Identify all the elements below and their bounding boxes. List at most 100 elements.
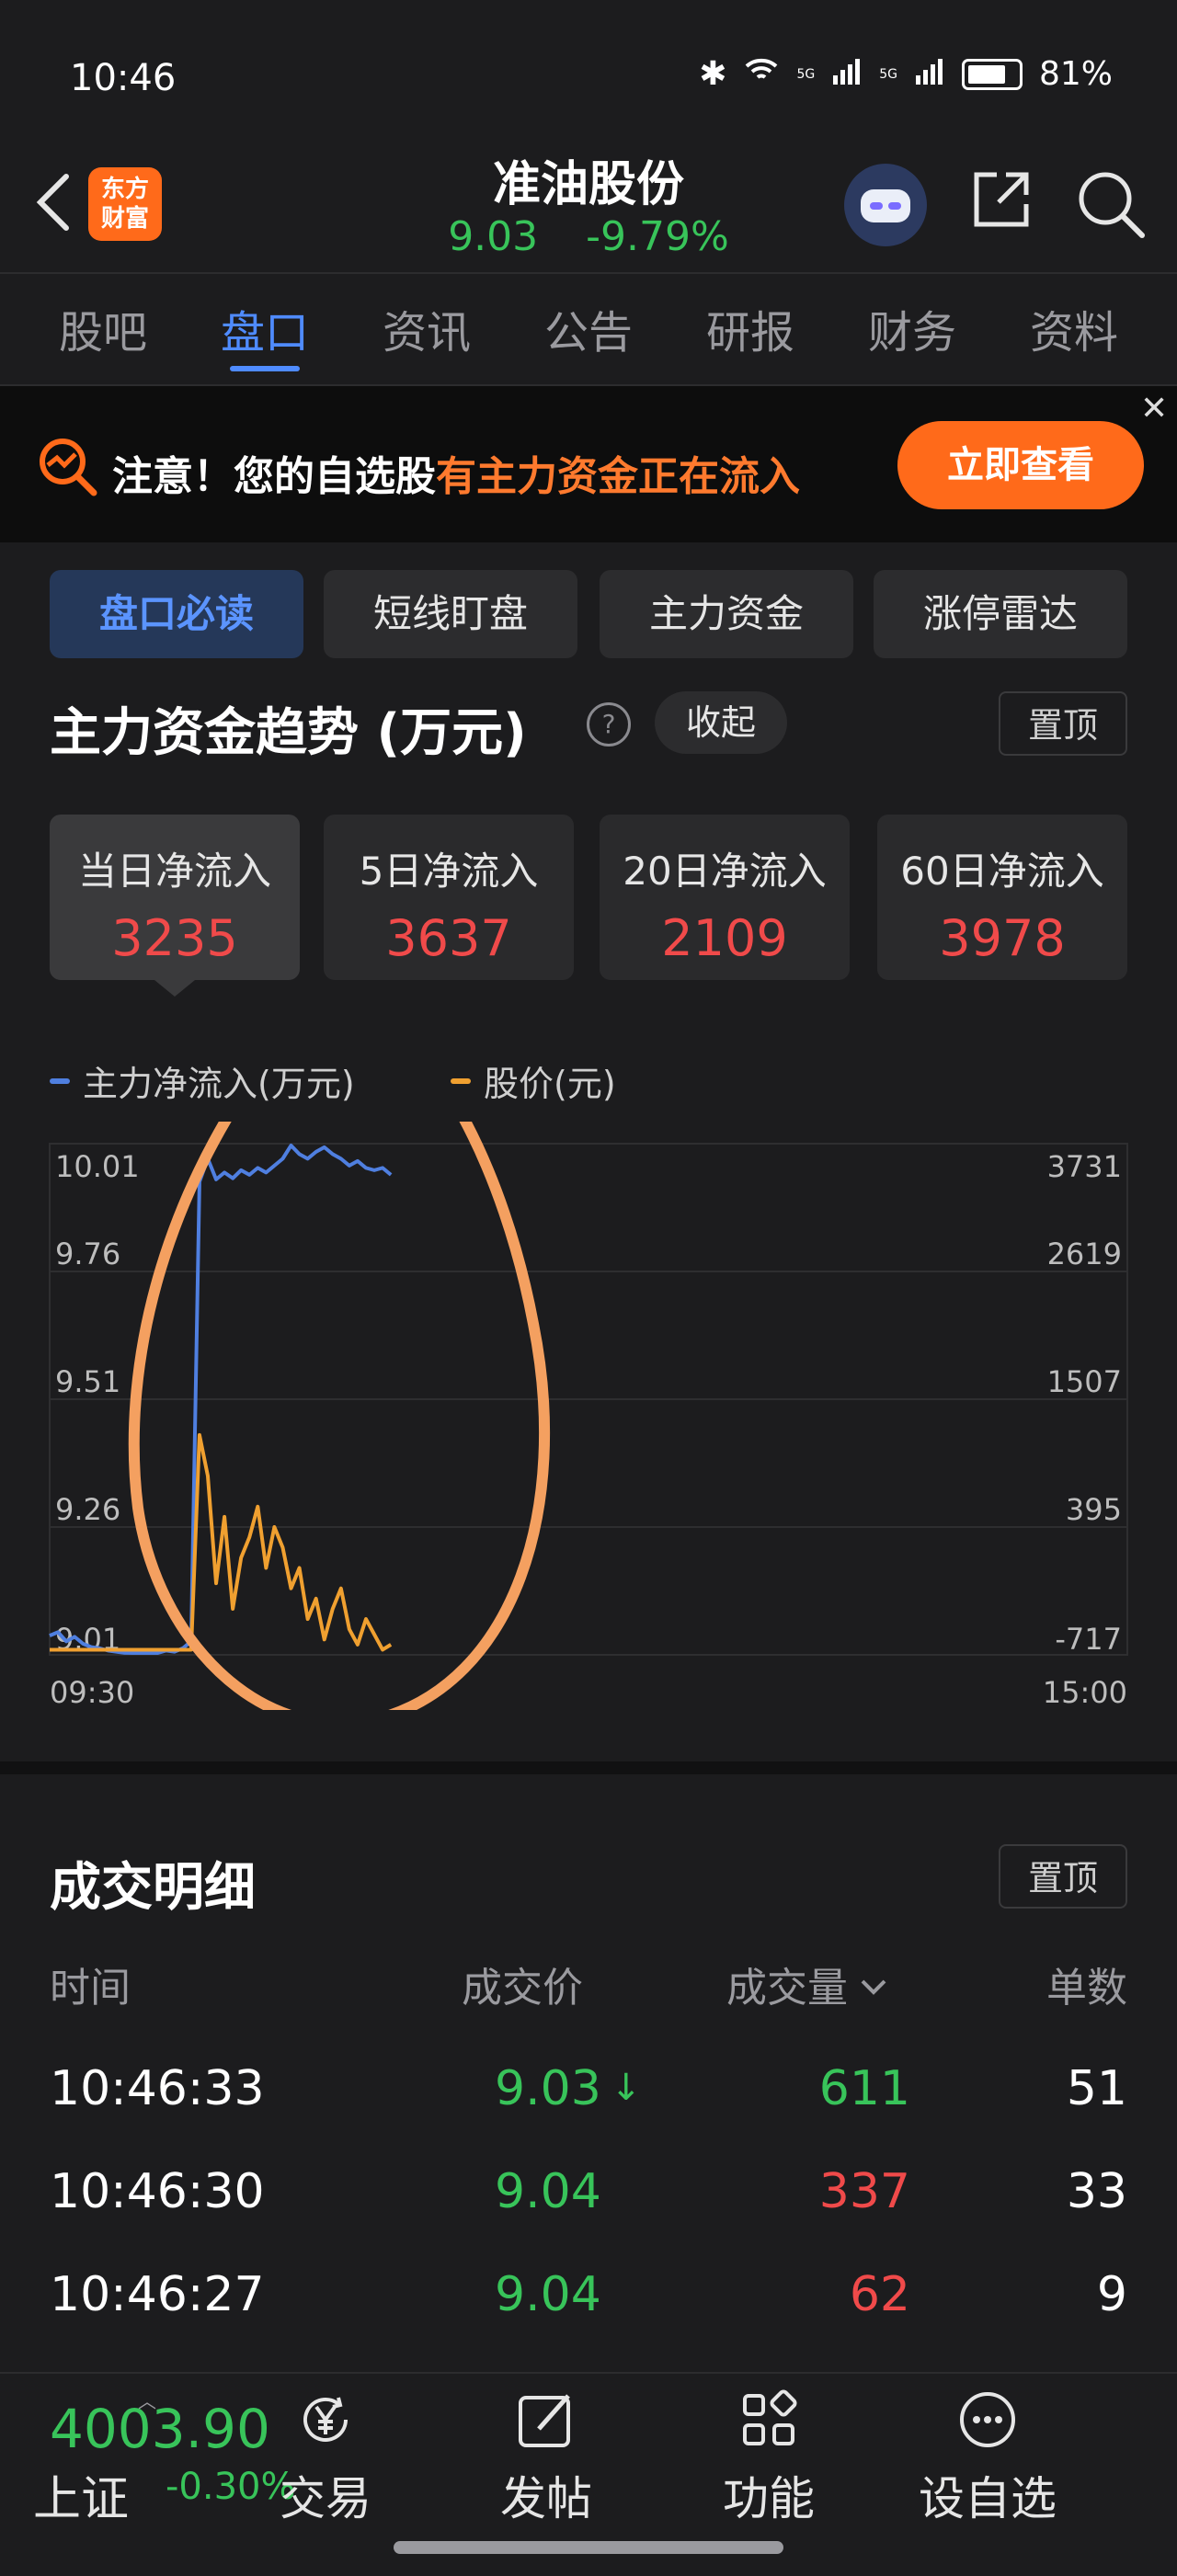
trade-count: 33 [1066,2164,1127,2219]
tab-6[interactable]: 资料 [1000,296,1148,360]
trade-time: 10:46:27 [50,2267,265,2322]
flow-card-label: 5日净流入 [359,849,539,894]
card-pointer [154,980,195,997]
share-icon [974,172,1029,227]
tab-3[interactable]: 公告 [515,296,662,360]
flow-card-value: 3637 [385,909,512,967]
header-count: 单数 [1046,1965,1127,2012]
trade-pin-button[interactable]: 置顶 [999,1844,1127,1909]
network-label-2: 5G [879,66,897,82]
tab-0[interactable]: 股吧 [29,296,177,360]
banner-prefix: 注意！您的自选股 [112,453,436,500]
search-icon [1079,172,1145,238]
stock-tabs: 股吧 盘口 资讯 公告 研报 财务 资料 [0,296,1177,371]
x-tick-start: 09:30 [50,1675,134,1710]
yen-icon [292,2387,359,2453]
legend-stock-price: 股价(元) [451,1055,616,1106]
flow-card-1[interactable]: 5日净流入 3637 [324,815,574,980]
pin-top-button[interactable]: 置顶 [999,691,1127,756]
nav-more[interactable]: 设自选 [909,2387,1066,2528]
bluetooth-icon: ✱ [699,55,727,93]
trade-volume: 62 [849,2267,910,2322]
trade-price: 9.03 [495,2061,601,2116]
legend-label: 主力净流入(万元) [83,1064,355,1104]
header-volume[interactable]: 成交量 [726,1955,892,2013]
flow-card-3[interactable]: 60日净流入 3978 [877,815,1127,980]
header-divider [0,272,1177,274]
left-tick-label: 9.76 [55,1237,120,1271]
tab-2[interactable]: 资讯 [353,296,500,360]
chevron-down-icon [861,1979,886,1995]
nav-label: 交易 [280,2472,371,2525]
nav-label: 发帖 [500,2472,592,2525]
trade-time: 10:46:33 [50,2061,265,2116]
flow-card-label: 60日净流入 [900,849,1104,894]
compose-icon [513,2387,579,2453]
flow-card-value: 3235 [111,909,238,967]
wifi-icon [743,55,780,93]
flow-card-value: 2109 [661,909,788,967]
alert-radar-icon [35,434,99,498]
nav-yen[interactable]: 交易 [247,2387,404,2528]
index-value[interactable]: 4003.90 [50,2398,270,2460]
close-icon[interactable]: ✕ [1140,390,1168,427]
header-time: 时间 [50,1965,131,2012]
grid-icon [736,2387,802,2453]
banner-text: 注意！您的自选股有主力资金正在流入 [112,443,800,502]
flow-card-label: 20日净流入 [623,849,827,894]
index-name: 上证 [33,2472,130,2527]
view-now-button[interactable]: 立即查看 [897,421,1144,509]
tab-4[interactable]: 研报 [677,296,824,360]
subtab-0[interactable]: 盘口必读 [50,570,303,658]
left-tick-label: 10.01 [55,1149,140,1184]
robot-eye-left [870,202,883,210]
right-tick-label: 395 [1066,1492,1122,1527]
robot-eye-right [888,202,901,210]
right-tick-label: 1507 [1047,1364,1122,1399]
legend-swatch-blue [50,1077,70,1084]
signal-icon-2 [914,55,945,93]
battery-level: 81% [1038,55,1113,93]
robot-icon [861,189,910,222]
collapse-button[interactable]: 收起 [655,691,787,754]
trade-time: 10:46:30 [50,2164,265,2219]
header-volume-label: 成交量 [726,1965,848,2012]
trade-details-title: 成交明细 [50,1858,256,1918]
flow-card-value: 3978 [939,909,1066,967]
left-tick-label: 9.26 [55,1492,120,1527]
x-tick-end: 15:00 [1043,1675,1127,1710]
tab-5[interactable]: 财务 [839,296,986,360]
flow-card-0[interactable]: 当日净流入 3235 [50,815,300,980]
flow-card-2[interactable]: 20日净流入 2109 [600,815,850,980]
more-icon [954,2387,1021,2453]
subtab-2[interactable]: 主力资金 [600,570,853,658]
fund-trend-chart[interactable]: 10.01 37319.76 26199.51 15079.26 3959.01 -717… [0,1122,1177,1710]
flow-card-label: 当日净流入 [77,849,271,894]
status-time: 10:46 [70,57,177,99]
section-separator [0,1761,1177,1774]
legend-swatch-orange [451,1077,471,1084]
nav-label: 设自选 [919,2472,1057,2525]
fund-trend-title: 主力资金趋势 (万元) [50,703,527,763]
subtab-1[interactable]: 短线盯盘 [324,570,577,658]
right-tick-label: -717 [1055,1622,1122,1657]
right-tick-label: 3731 [1047,1149,1122,1184]
trade-volume: 337 [818,2164,910,2219]
subtab-3[interactable]: 涨停雷达 [874,570,1127,658]
network-label-1: 5G [796,66,816,82]
home-indicator[interactable] [394,2541,783,2554]
down-arrow-icon: ↓ [611,2067,642,2109]
nav-label: 功能 [723,2472,815,2525]
stock-price: 9.03 [448,213,539,260]
search-button[interactable] [1074,167,1148,241]
trade-count: 51 [1066,2061,1127,2116]
help-icon[interactable]: ? [587,702,631,747]
share-button[interactable] [969,167,1034,232]
header-price: 成交价 [462,1965,583,2012]
tab-1[interactable]: 盘口 [191,296,338,371]
series-line-1 [50,1432,393,1652]
trade-count: 9 [1096,2267,1127,2322]
nav-grid[interactable]: 功能 [691,2387,847,2528]
trade-volume: 611 [818,2061,910,2116]
nav-compose[interactable]: 发帖 [468,2387,624,2528]
